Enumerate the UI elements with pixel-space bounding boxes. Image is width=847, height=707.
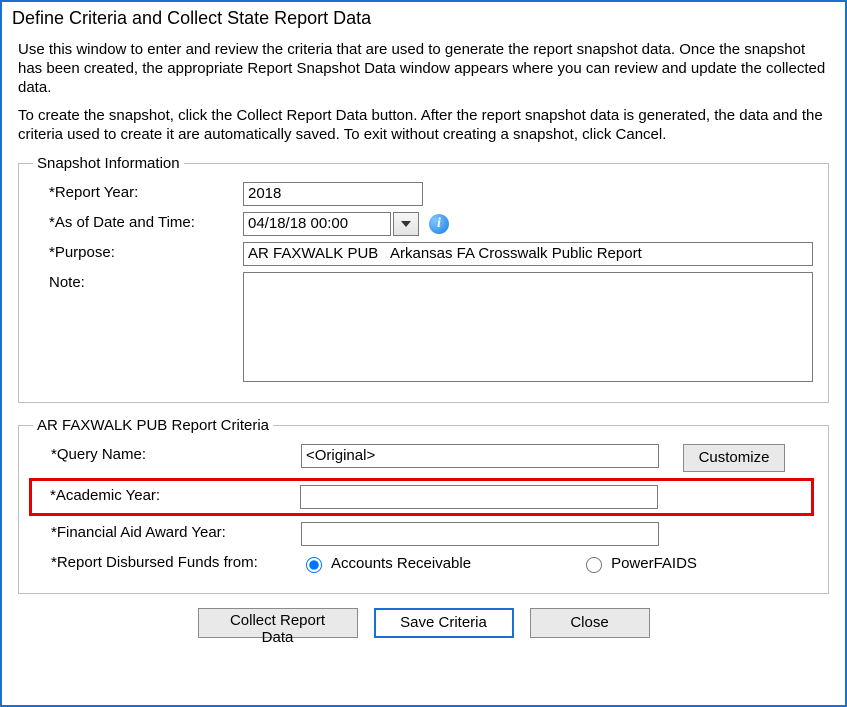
- content-area: Use this window to enter and review the …: [2, 33, 845, 638]
- as-of-date-input[interactable]: [243, 212, 391, 236]
- chevron-down-icon: [401, 221, 411, 227]
- radio-accounts-receivable[interactable]: Accounts Receivable: [301, 554, 471, 573]
- label-purpose: *Purpose:: [33, 242, 243, 263]
- label-as-of-date: *As of Date and Time:: [33, 212, 243, 233]
- purpose-input[interactable]: [243, 242, 813, 266]
- customize-button[interactable]: Customize: [683, 444, 785, 472]
- label-academic-year: *Academic Year:: [36, 485, 300, 506]
- row-purpose: *Purpose:: [33, 242, 814, 266]
- snapshot-legend: Snapshot Information: [33, 155, 184, 172]
- label-query-name: *Query Name:: [33, 444, 301, 465]
- row-note: Note:: [33, 272, 814, 382]
- radio-powerfaids-input[interactable]: [586, 557, 602, 573]
- row-as-of-date: *As of Date and Time: i: [33, 212, 814, 236]
- radio-powerfaids[interactable]: PowerFAIDS: [581, 554, 697, 573]
- label-financial-aid-year: *Financial Aid Award Year:: [33, 522, 301, 543]
- window-title: Define Criteria and Collect State Report…: [2, 2, 845, 33]
- collect-report-data-button[interactable]: Collect Report Data: [198, 608, 358, 638]
- label-disbursed-from: *Report Disbursed Funds from:: [33, 552, 301, 573]
- info-icon[interactable]: i: [429, 214, 449, 234]
- radio-powerfaids-label: PowerFAIDS: [611, 555, 697, 572]
- as-of-date-dropdown-button[interactable]: [393, 212, 419, 236]
- label-note: Note:: [33, 272, 243, 293]
- academic-year-input[interactable]: [300, 485, 658, 509]
- report-criteria-group: AR FAXWALK PUB Report Criteria *Query Na…: [18, 417, 829, 594]
- radio-accounts-receivable-label: Accounts Receivable: [331, 555, 471, 572]
- row-financial-aid-year: *Financial Aid Award Year:: [33, 522, 814, 546]
- label-report-year: *Report Year:: [33, 182, 243, 203]
- close-button[interactable]: Close: [530, 608, 650, 638]
- intro-paragraph-1: Use this window to enter and review the …: [18, 41, 829, 97]
- query-name-input[interactable]: [301, 444, 659, 468]
- intro-paragraph-2: To create the snapshot, click the Collec…: [18, 107, 829, 145]
- row-disbursed-from: *Report Disbursed Funds from: Accounts R…: [33, 552, 814, 573]
- row-query-name: *Query Name: Customize: [33, 444, 814, 472]
- disbursed-from-radio-group: Accounts Receivable PowerFAIDS: [301, 552, 697, 573]
- dialog-window: Define Criteria and Collect State Report…: [0, 0, 847, 707]
- note-textarea[interactable]: [243, 272, 813, 382]
- financial-aid-year-input[interactable]: [301, 522, 659, 546]
- snapshot-information-group: Snapshot Information *Report Year: *As o…: [18, 155, 829, 403]
- footer-button-bar: Collect Report Data Save Criteria Close: [18, 608, 829, 638]
- report-year-input[interactable]: [243, 182, 423, 206]
- radio-accounts-receivable-input[interactable]: [306, 557, 322, 573]
- row-report-year: *Report Year:: [33, 182, 814, 206]
- row-academic-year-highlighted: *Academic Year:: [29, 478, 814, 516]
- save-criteria-button[interactable]: Save Criteria: [374, 608, 514, 638]
- criteria-legend: AR FAXWALK PUB Report Criteria: [33, 417, 273, 434]
- intro-text: Use this window to enter and review the …: [18, 41, 829, 145]
